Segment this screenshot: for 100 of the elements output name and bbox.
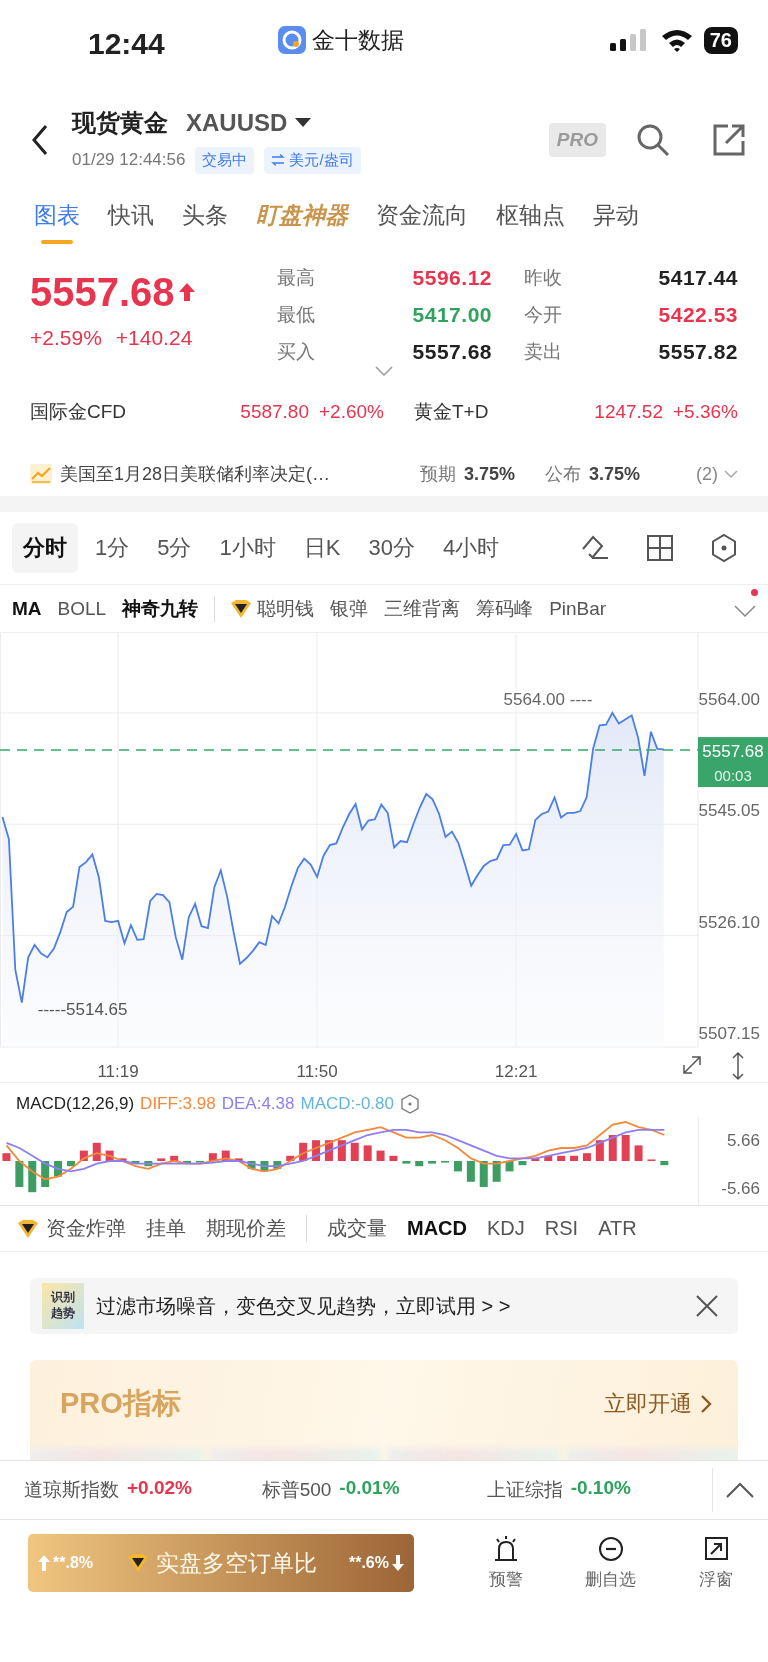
- actual-value: 3.75%: [589, 463, 641, 485]
- y-axis-label: -5.66: [721, 1179, 760, 1199]
- stat-value: 5557.82: [657, 339, 738, 364]
- indicator-tab[interactable]: 筹码峰: [476, 595, 534, 622]
- activate-link[interactable]: 立即开通: [604, 1389, 712, 1419]
- index-name: 标普500: [261, 1478, 332, 1502]
- index-ticker[interactable]: 道琼斯指数 +0.02%: [24, 1477, 262, 1503]
- toolbar-action[interactable]: 预警: [461, 1534, 552, 1591]
- y-axis-label: 5526.10: [698, 912, 760, 932]
- indicator-tab[interactable]: KDJ: [487, 1217, 525, 1240]
- indicator-tab[interactable]: BOLL: [57, 597, 107, 620]
- indicator-tab[interactable]: 三维背离: [384, 595, 461, 622]
- tab[interactable]: 异动: [593, 200, 653, 252]
- related-name: 国际金CFD: [30, 400, 127, 424]
- high-price-label: 5564.00 ----: [503, 689, 593, 709]
- diamond-icon: [16, 1218, 40, 1239]
- period-tab[interactable]: 日K: [292, 523, 352, 573]
- indicator-reading: DIFF:3.98: [140, 1094, 216, 1114]
- caret-icon: [295, 117, 312, 128]
- indicator-tab[interactable]: 期现价差: [206, 1215, 286, 1242]
- expand-chevron-icon[interactable]: [375, 366, 393, 376]
- tab[interactable]: 枢轴点: [496, 200, 579, 252]
- related-price: 5587.80: [240, 401, 309, 423]
- period-tab[interactable]: 分时: [12, 523, 78, 573]
- related-quote[interactable]: 国际金CFD 5587.80 +2.60%: [30, 399, 384, 425]
- indicator-reading: MACD:-0.80: [300, 1094, 394, 1114]
- grid-layout-icon[interactable]: [646, 534, 674, 562]
- index-ticker[interactable]: 标普500 -0.01%: [261, 1477, 487, 1503]
- order-ratio-button[interactable]: **.8% 实盘多空订单比 **.6%: [28, 1534, 414, 1592]
- y-axis-label: 5545.05: [698, 801, 760, 821]
- stat-label: 今开: [523, 303, 563, 327]
- dropdown-icon[interactable]: [734, 605, 756, 617]
- indicator-tab[interactable]: 成交量: [306, 1215, 387, 1242]
- chevron-up-icon[interactable]: [726, 1482, 755, 1498]
- chevron-right-icon: [700, 1394, 712, 1414]
- ref-line-label: 5557.68: [702, 742, 764, 762]
- period-tab[interactable]: 4小时: [431, 523, 511, 573]
- tab[interactable]: 资金流向: [376, 200, 482, 252]
- x-axis-label: 11:50: [296, 1062, 338, 1081]
- y-axis-label: 5.66: [726, 1131, 760, 1151]
- instrument-title: 现货黄金: [72, 107, 168, 138]
- stat-label: 最高: [277, 266, 316, 291]
- battery-level: 76: [703, 26, 738, 54]
- indicator-tab[interactable]: MACD: [407, 1217, 467, 1240]
- clock: 12:44: [88, 26, 166, 61]
- period-tab[interactable]: 5分: [146, 523, 203, 573]
- fullscreen-icon[interactable]: [683, 1056, 701, 1074]
- promo-banner[interactable]: 识别 趋势 过滤市场噪音，变色交叉见趋势，立即试用 > >: [30, 1278, 738, 1334]
- y-axis-label: 5564.00: [698, 689, 760, 709]
- index-change: +0.02%: [127, 1477, 192, 1500]
- x-axis-label: 12:21: [494, 1062, 538, 1081]
- close-icon[interactable]: [696, 1295, 718, 1317]
- vertical-resize-icon[interactable]: [732, 1051, 744, 1081]
- index-change: -0.01%: [339, 1477, 400, 1500]
- indicator-tab[interactable]: 聪明钱: [214, 595, 315, 622]
- unit-label: 美元/盎司: [264, 146, 361, 174]
- trend-chart-icon: [30, 464, 52, 484]
- app-logo-icon: [278, 26, 306, 54]
- change-percent: +2.59%: [30, 326, 102, 350]
- share-icon[interactable]: [712, 123, 746, 157]
- index-ticker[interactable]: 上证综指 -0.10%: [486, 1477, 712, 1503]
- search-icon[interactable]: [636, 123, 670, 157]
- indicator-tab[interactable]: 挂单: [146, 1215, 186, 1242]
- actual-label: 公布: [545, 463, 582, 486]
- tab[interactable]: 头条: [182, 200, 242, 252]
- last-price: 5557.68: [30, 269, 175, 315]
- settings-icon[interactable]: [400, 1093, 420, 1115]
- tab[interactable]: 图表: [34, 200, 94, 252]
- indicator-tab[interactable]: RSI: [544, 1217, 579, 1240]
- settings-icon[interactable]: [710, 533, 738, 563]
- tab[interactable]: 快讯: [108, 200, 168, 252]
- indicator-tab[interactable]: MA: [12, 597, 42, 620]
- indicator-tab[interactable]: 资金炸弹: [16, 1215, 126, 1242]
- period-tab[interactable]: 1小时: [208, 523, 287, 573]
- x-axis-label: 11:19: [97, 1062, 139, 1081]
- toolbar-action[interactable]: 浮窗: [670, 1534, 761, 1591]
- app-name: 金十数据: [312, 25, 404, 55]
- stat-label: 卖出: [523, 339, 563, 364]
- swap-icon: [271, 154, 286, 166]
- period-tab[interactable]: 30分: [357, 523, 426, 573]
- pro-card-title: PRO指标: [60, 1386, 181, 1421]
- indicator-tab[interactable]: ATR: [598, 1217, 637, 1240]
- stat-label: 昨收: [523, 266, 563, 291]
- indicator-tab[interactable]: PinBar: [549, 597, 607, 620]
- toolbar-action[interactable]: 删自选: [566, 1534, 656, 1591]
- y-axis-label: 5507.15: [698, 1024, 760, 1043]
- banner-text: 过滤市场噪音，变色交叉见趋势，立即试用 > >: [96, 1293, 512, 1319]
- event-count[interactable]: (2): [696, 463, 738, 485]
- stat-value: 5417.00: [411, 303, 492, 327]
- event-title[interactable]: 美国至1月28日美联储利率决定(…: [60, 462, 390, 486]
- symbol-selector[interactable]: XAUUSD: [186, 108, 312, 137]
- stat-label: 最低: [277, 303, 316, 327]
- indicator-title: MACD(12,26,9): [16, 1094, 135, 1114]
- period-tab[interactable]: 1分: [84, 523, 141, 573]
- indicator-tab[interactable]: 神奇九转: [122, 595, 199, 622]
- stat-value: 5557.68: [411, 339, 492, 364]
- related-quote[interactable]: 黄金T+D 1247.52 +5.36%: [414, 399, 738, 425]
- back-icon[interactable]: [30, 124, 50, 156]
- chevron-down-icon: [724, 470, 738, 478]
- indicator-tab[interactable]: 银弹: [330, 595, 369, 622]
